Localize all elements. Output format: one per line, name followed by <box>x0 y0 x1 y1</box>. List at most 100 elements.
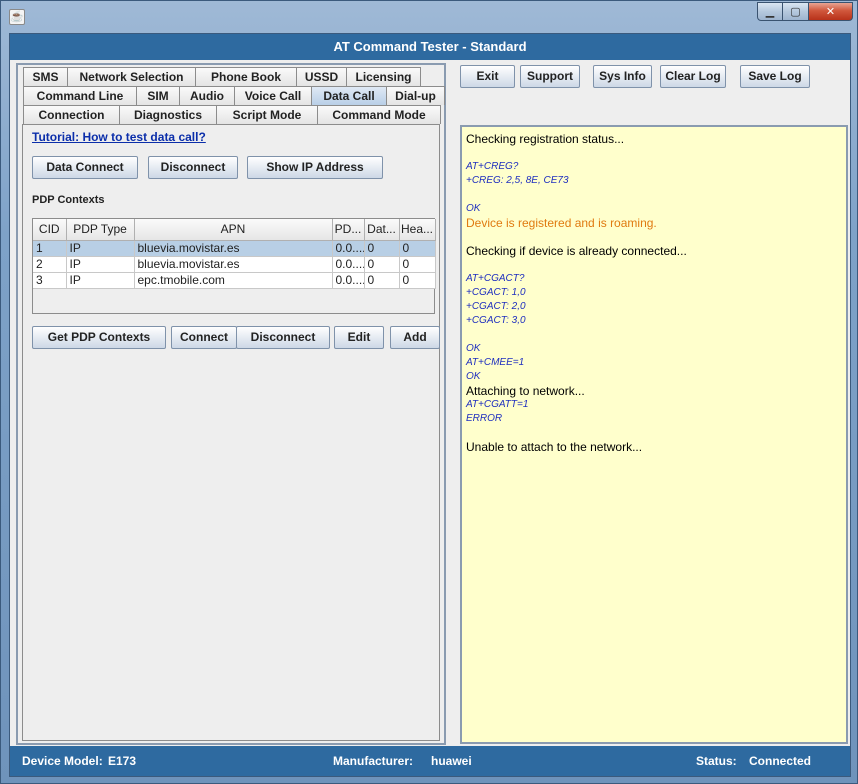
minimize-button[interactable]: ▁ <box>757 2 783 21</box>
tab-network-selection[interactable]: Network Selection <box>67 67 196 86</box>
cell-cid: 2 <box>33 256 67 273</box>
data-connect-button[interactable]: Data Connect <box>32 156 138 179</box>
tab-audio[interactable]: Audio <box>179 86 235 105</box>
tab-phone-book[interactable]: Phone Book <box>195 67 297 86</box>
tab-command-mode[interactable]: Command Mode <box>317 105 441 124</box>
tab-licensing[interactable]: Licensing <box>346 67 421 86</box>
log-spacer <box>466 328 842 342</box>
edit-button[interactable]: Edit <box>334 326 384 349</box>
log-line: Attaching to network... <box>466 384 585 398</box>
log-line: AT+CREG? <box>466 161 519 172</box>
exit-button[interactable]: Exit <box>460 65 515 88</box>
cell-pdp-address: 0.0.... <box>332 256 365 273</box>
log-line: Unable to attach to the network... <box>466 440 643 454</box>
cell-apn: bluevia.movistar.es <box>134 240 333 257</box>
os-window-frame: ☕ ▁ ▢ ✕ AT Command Tester - Standard SMS… <box>0 0 858 784</box>
tab-sim[interactable]: SIM <box>136 86 180 105</box>
table-row[interactable]: 2 IP bluevia.movistar.es 0.0.... 0 0 <box>33 256 436 273</box>
log-spacer <box>466 426 842 440</box>
column-header-apn[interactable]: APN <box>134 219 333 241</box>
log-line: +CREG: 2,5, 8E, CE73 <box>466 175 569 186</box>
pdp-contexts-table[interactable]: CID PDP Type APN PD... Dat... Hea... 1 I… <box>32 218 436 314</box>
sys-info-button[interactable]: Sys Info <box>593 65 652 88</box>
status-value: Connected <box>749 754 812 768</box>
cell-header-compression: 0 <box>399 256 436 273</box>
column-header-pdp-address[interactable]: PD... <box>332 219 365 241</box>
cell-header-compression: 0 <box>399 272 436 289</box>
cell-data-compression: 0 <box>364 256 400 273</box>
cell-pdp-type: IP <box>66 272 135 289</box>
window-controls: ▁ ▢ ✕ <box>757 2 853 21</box>
log-line: OK <box>466 203 481 214</box>
save-log-button[interactable]: Save Log <box>740 65 810 88</box>
app-body: SMS Network Selection Phone Book USSD Li… <box>10 60 850 745</box>
tab-panel: SMS Network Selection Phone Book USSD Li… <box>16 63 446 745</box>
column-header-data-compression[interactable]: Dat... <box>364 219 400 241</box>
cell-cid: 3 <box>33 272 67 289</box>
tab-row-2: Command Line SIM Audio Voice Call Data C… <box>23 86 445 105</box>
tab-voice-call[interactable]: Voice Call <box>234 86 312 105</box>
tab-diagnostics[interactable]: Diagnostics <box>119 105 217 124</box>
log-line: AT+CMEE=1 <box>466 357 525 368</box>
tab-script-mode[interactable]: Script Mode <box>216 105 318 124</box>
log-line: +CGACT: 3,0 <box>466 315 526 326</box>
tab-command-line[interactable]: Command Line <box>23 86 137 105</box>
table-row[interactable]: 1 IP bluevia.movistar.es 0.0.... 0 0 <box>33 240 436 257</box>
get-pdp-contexts-button[interactable]: Get PDP Contexts <box>32 326 166 349</box>
close-icon: ✕ <box>825 5 836 18</box>
table-row[interactable]: 3 IP epc.tmobile.com 0.0.... 0 0 <box>33 272 436 289</box>
pdp-contexts-title: PDP Contexts <box>32 194 105 206</box>
maximize-button[interactable]: ▢ <box>783 2 809 21</box>
cell-pdp-address: 0.0.... <box>332 272 365 289</box>
support-button[interactable]: Support <box>520 65 580 88</box>
data-call-panel: Tutorial: How to test data call? Data Co… <box>22 124 440 741</box>
cell-apn: epc.tmobile.com <box>134 272 333 289</box>
disconnect-button[interactable]: Disconnect <box>148 156 238 179</box>
log-line: +CGACT: 1,0 <box>466 287 526 298</box>
tab-dial-up[interactable]: Dial-up <box>386 86 445 105</box>
log-output-panel[interactable]: Checking registration status... AT+CREG? +… <box>460 125 848 744</box>
column-header-pdp-type[interactable]: PDP Type <box>66 219 135 241</box>
log-spacer <box>466 146 842 160</box>
connect-button[interactable]: Connect <box>171 326 237 349</box>
tab-data-call[interactable]: Data Call <box>311 86 387 105</box>
add-button[interactable]: Add <box>390 326 440 349</box>
log-spacer <box>466 230 842 244</box>
pdp-disconnect-button[interactable]: Disconnect <box>236 326 330 349</box>
minimize-icon: ▁ <box>765 5 775 18</box>
cell-pdp-address: 0.0.... <box>332 240 365 257</box>
app-window: AT Command Tester - Standard SMS Network… <box>9 33 851 777</box>
maximize-icon: ▢ <box>790 5 801 18</box>
close-button[interactable]: ✕ <box>809 2 853 21</box>
cell-data-compression: 0 <box>364 240 400 257</box>
manufacturer-value: huawei <box>431 754 472 768</box>
cell-header-compression: 0 <box>399 240 436 257</box>
log-line: Checking if device is already connected.… <box>466 244 687 258</box>
tutorial-link[interactable]: Tutorial: How to test data call? <box>32 130 206 144</box>
cell-cid: 1 <box>33 240 67 257</box>
device-model-value: E173 <box>108 754 137 768</box>
log-line: +CGACT: 2,0 <box>466 301 526 312</box>
log-line: AT+CGATT=1 <box>466 399 529 410</box>
manufacturer-label: Manufacturer: <box>333 754 414 768</box>
status-bar: Device Model: E173 Manufacturer: huawei … <box>10 746 850 776</box>
log-line: OK <box>466 371 481 382</box>
cell-pdp-type: IP <box>66 256 135 273</box>
os-titlebar: ☕ ▁ ▢ ✕ <box>1 1 858 31</box>
column-header-cid[interactable]: CID <box>33 219 67 241</box>
clear-log-button[interactable]: Clear Log <box>660 65 726 88</box>
log-spacer <box>466 258 842 272</box>
log-line: ERROR <box>466 413 503 424</box>
log-line: Device is registered and is roaming. <box>466 216 657 230</box>
tab-ussd[interactable]: USSD <box>296 67 347 86</box>
cell-apn: bluevia.movistar.es <box>134 256 333 273</box>
log-line: Checking registration status... <box>466 132 625 146</box>
show-ip-address-button[interactable]: Show IP Address <box>247 156 383 179</box>
tab-row-1: SMS Network Selection Phone Book USSD Li… <box>23 67 421 86</box>
tab-sms[interactable]: SMS <box>23 67 68 86</box>
tab-connection[interactable]: Connection <box>23 105 120 124</box>
log-spacer <box>466 188 842 202</box>
tab-row-3: Connection Diagnostics Script Mode Comma… <box>23 105 441 124</box>
java-app-icon[interactable]: ☕ <box>9 9 25 25</box>
column-header-header-compression[interactable]: Hea... <box>399 219 436 241</box>
